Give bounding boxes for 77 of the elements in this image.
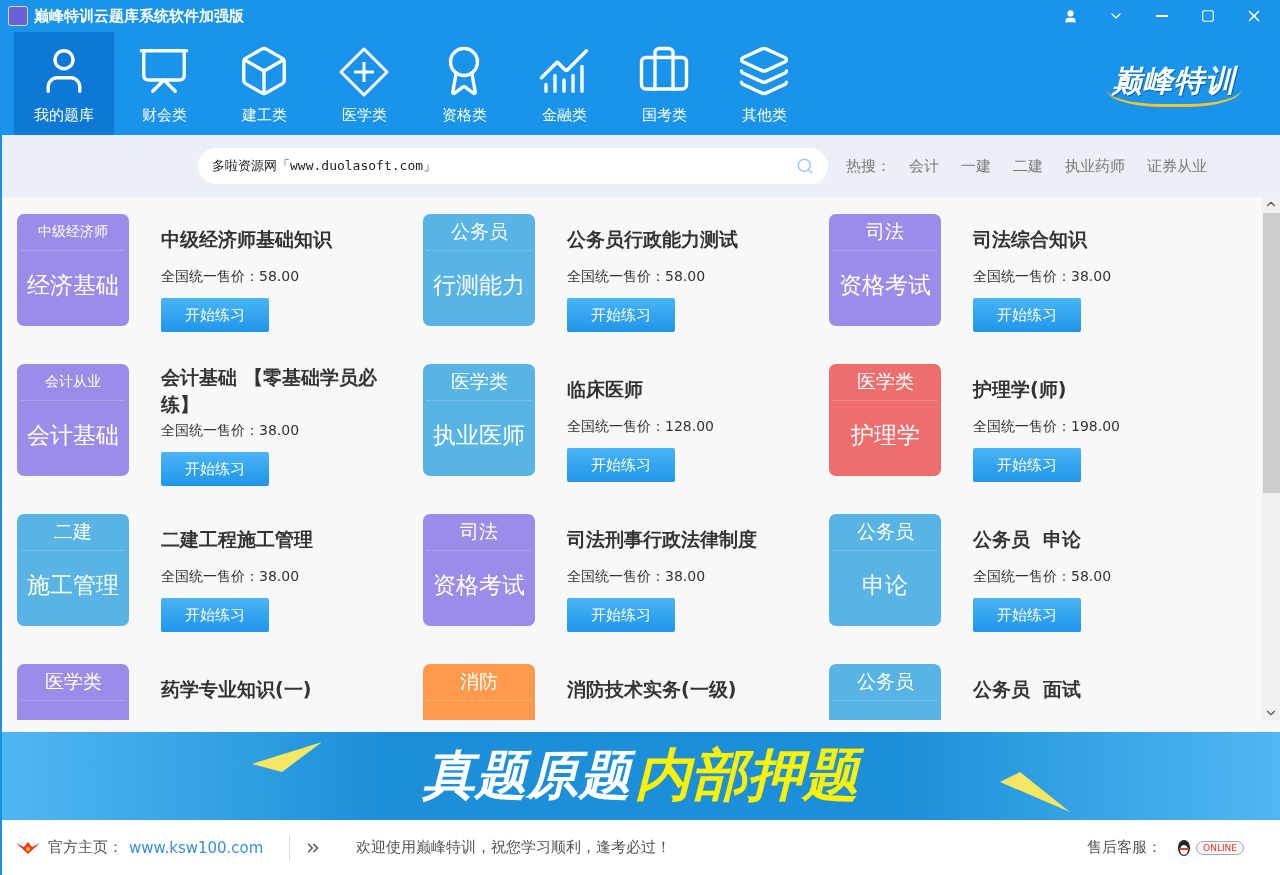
penguin-icon bbox=[1176, 838, 1193, 857]
minimize-icon bbox=[1156, 15, 1168, 17]
app-icon bbox=[8, 6, 28, 26]
course-title: 会计基础 【零基础学员必练】 bbox=[161, 365, 378, 417]
welcome-message: 欢迎使用巅峰特训，祝您学习顺利，逢考必过！ bbox=[356, 838, 673, 857]
start-practice-button[interactable]: 开始练习 bbox=[973, 298, 1081, 332]
course-title: 公务员 面试 bbox=[973, 676, 1083, 702]
service-label: 售后客服： bbox=[1087, 838, 1163, 857]
hot-search-link[interactable]: 执业药师 bbox=[1065, 156, 1125, 176]
scrollbar[interactable] bbox=[1262, 197, 1280, 720]
nav-tab[interactable]: 其他类 bbox=[714, 32, 814, 135]
course-tile[interactable]: 医学类 护理学 bbox=[829, 364, 941, 476]
course-title: 二建工程施工管理 bbox=[161, 526, 314, 552]
course-tile[interactable]: 中级经济师 经济基础 bbox=[17, 214, 129, 326]
course-title: 临床医师 bbox=[567, 376, 644, 402]
course-price: 全国统一售价：38.00 bbox=[161, 568, 301, 586]
course-tile[interactable]: 会计从业 会计基础 bbox=[17, 364, 129, 476]
course-title: 护理学(师) bbox=[973, 376, 1068, 402]
layers-icon bbox=[737, 44, 791, 98]
start-practice-button[interactable]: 开始练习 bbox=[161, 452, 269, 486]
start-practice-button[interactable]: 开始练习 bbox=[567, 298, 675, 332]
home-link[interactable]: www.ksw100.com bbox=[129, 838, 264, 857]
nav-tab[interactable]: 医学类 bbox=[314, 32, 414, 135]
course-price: 全国统一售价：38.00 bbox=[161, 422, 301, 440]
course-title: 药学专业知识(一) bbox=[161, 676, 313, 702]
start-practice-button[interactable]: 开始练习 bbox=[973, 598, 1081, 632]
nav-tab[interactable]: 财会类 bbox=[114, 32, 214, 135]
online-badge[interactable]: ONLINE bbox=[1196, 840, 1244, 855]
course-price: 全国统一售价：38.00 bbox=[567, 568, 707, 586]
paper-plane-icon bbox=[252, 742, 322, 772]
course-tile[interactable]: 消防 bbox=[423, 664, 535, 720]
course-price: 全国统一售价：198.00 bbox=[973, 418, 1121, 436]
course-title: 公务员行政能力测试 bbox=[567, 226, 739, 252]
search-field[interactable]: 多啦资源网「www.duolasoft.com」 bbox=[198, 148, 828, 184]
home-label: 官方主页： bbox=[48, 838, 123, 857]
course-price: 全国统一售价：58.00 bbox=[973, 568, 1113, 586]
diamond-plus-icon bbox=[338, 46, 390, 98]
hot-search-link[interactable]: 证券从业 bbox=[1147, 156, 1207, 176]
paper-plane-icon bbox=[1000, 772, 1070, 812]
nav-tab[interactable]: 建工类 bbox=[214, 32, 314, 135]
course-tile[interactable]: 公务员 行测能力 bbox=[423, 214, 535, 326]
course-price: 全国统一售价：38.00 bbox=[973, 268, 1113, 286]
start-practice-button[interactable]: 开始练习 bbox=[973, 448, 1081, 482]
course-tile[interactable]: 二建 施工管理 bbox=[17, 514, 129, 626]
hot-search-link[interactable]: 二建 bbox=[1013, 156, 1043, 176]
user-icon bbox=[1062, 8, 1078, 24]
course-tile[interactable]: 医学类 bbox=[17, 664, 129, 720]
search-icon[interactable] bbox=[796, 157, 814, 175]
brand-logo: 巅峰特训 bbox=[1106, 60, 1242, 107]
nav-tab[interactable]: 金融类 bbox=[514, 32, 614, 135]
course-tile[interactable]: 司法 资格考试 bbox=[829, 214, 941, 326]
start-practice-button[interactable]: 开始练习 bbox=[567, 598, 675, 632]
course-title: 消防技术实务(一级) bbox=[567, 676, 738, 702]
hot-search-label: 热搜： bbox=[846, 156, 891, 176]
start-practice-button[interactable]: 开始练习 bbox=[161, 298, 269, 332]
course-tile[interactable]: 医学类 执业医师 bbox=[423, 364, 535, 476]
course-title: 公务员 申论 bbox=[973, 526, 1083, 552]
course-price: 全国统一售价：128.00 bbox=[567, 418, 715, 436]
window-title: 巅峰特训云题库系统软件加强版 bbox=[34, 6, 245, 26]
course-tile[interactable]: 司法 资格考试 bbox=[423, 514, 535, 626]
nav-tab[interactable]: 我的题库 bbox=[14, 32, 114, 135]
course-title: 司法综合知识 bbox=[973, 226, 1088, 252]
nav-tab[interactable]: 国考类 bbox=[614, 32, 714, 135]
course-price: 全国统一售价：58.00 bbox=[567, 268, 707, 286]
start-practice-button[interactable]: 开始练习 bbox=[567, 448, 675, 482]
course-title: 司法刑事行政法律制度 bbox=[567, 526, 758, 552]
nav-tab[interactable]: 资格类 bbox=[414, 32, 514, 135]
course-title: 中级经济师基础知识 bbox=[161, 226, 333, 252]
course-tile[interactable]: 公务员 bbox=[829, 664, 941, 720]
hot-search-link[interactable]: 一建 bbox=[961, 156, 991, 176]
hot-search-link[interactable]: 会计 bbox=[909, 156, 939, 176]
course-tile[interactable]: 公务员 申论 bbox=[829, 514, 941, 626]
course-price: 全国统一售价：58.00 bbox=[161, 268, 301, 286]
promo-banner[interactable]: 真题原题内部押题 bbox=[2, 732, 1280, 820]
logo-icon bbox=[16, 840, 40, 855]
start-practice-button[interactable]: 开始练习 bbox=[161, 598, 269, 632]
maximize-icon bbox=[1201, 9, 1215, 23]
